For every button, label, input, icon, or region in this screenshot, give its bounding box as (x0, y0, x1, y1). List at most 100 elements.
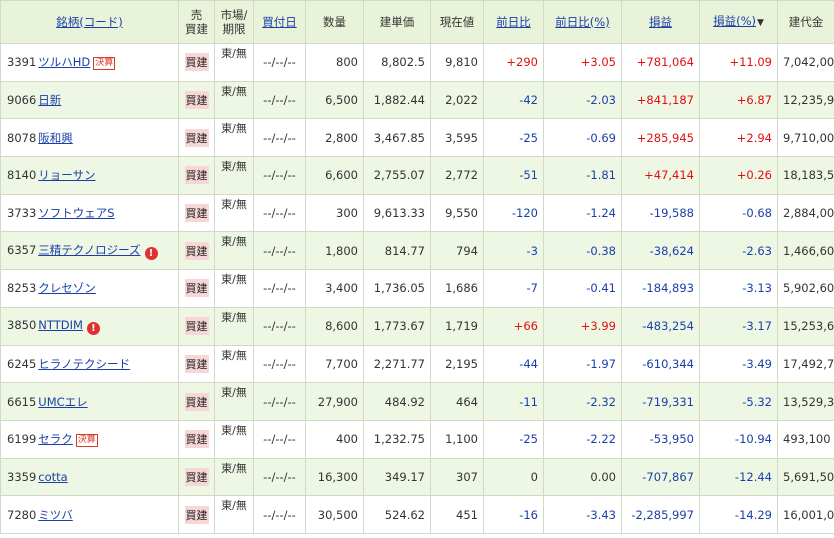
cell-pl: +47,414 (621, 156, 700, 195)
stock-name-link[interactable]: ミツバ (38, 508, 73, 522)
cell-change-pct: -2.03 (543, 80, 622, 120)
cell-trade: 買建 (178, 269, 215, 308)
cell-pl: -184,893 (621, 269, 700, 308)
trade-type: 買建 (184, 392, 209, 411)
stock-code: 6199 (7, 432, 37, 447)
header-trade: 売買建 (178, 0, 215, 44)
cell-cost: 2,755.07 (363, 156, 431, 195)
cell-pl: +781,064 (621, 43, 700, 82)
header-market-line2: 期限 (222, 22, 246, 36)
cell-total: 9,710,000 (777, 118, 834, 158)
header-cost: 建単価 (363, 0, 431, 44)
table-row: 9066 日新 買建 東/無 --/--/-- 6,500 1,882.44 2,022 -42… (0, 80, 834, 120)
cell-change-pct: -0.69 (543, 118, 622, 158)
stock-name-link[interactable]: NTTDIM (38, 318, 83, 332)
stock-code: 6615 (7, 394, 37, 409)
cell-cost: 1,232.75 (363, 419, 431, 459)
stock-code: 8078 (7, 130, 37, 145)
stock-name-link[interactable]: セラク (38, 432, 73, 446)
cell-market: 東/無 (214, 231, 254, 271)
cell-pl-pct: -2.63 (699, 231, 778, 271)
header-pl-pct[interactable]: 損益(%)▼ (699, 0, 778, 44)
cell-change: -25 (483, 118, 544, 158)
cell-trade: 買建 (178, 419, 215, 459)
header-name[interactable]: 銘柄(コード) (0, 0, 179, 44)
stock-name-link[interactable]: クレセゾン (38, 281, 96, 295)
cell-change-pct: +3.99 (543, 306, 622, 346)
stock-name-link[interactable]: 阪和興 (38, 131, 73, 145)
cell-pl-pct: -14.29 (699, 495, 778, 534)
sort-pl-link[interactable]: 損益 (649, 15, 672, 29)
stock-name-link[interactable]: ヒラノテクシード (38, 357, 130, 371)
trade-type: 買建 (184, 354, 209, 373)
cell-pl: -719,331 (621, 382, 700, 421)
cell-date: --/--/-- (253, 457, 306, 497)
sort-pl-pct-link[interactable]: 損益(%) (713, 14, 756, 28)
stock-name-link[interactable]: リョーサン (38, 168, 95, 182)
table-row: 3850 NTTDIM! 買建 東/無 --/--/-- 8,600 1,773.67 1,7… (0, 306, 834, 346)
cell-pl: -610,344 (621, 344, 700, 384)
sort-change-link[interactable]: 前日比 (496, 15, 531, 29)
cell-change-pct: -1.97 (543, 344, 622, 384)
cell-pl-pct: +11.09 (699, 43, 778, 82)
cell-stock: 8078 阪和興 (0, 118, 179, 158)
cell-trade: 買建 (178, 118, 215, 158)
table-row: 8253 クレセゾン 買建 東/無 --/--/-- 3,400 1,736.05 1,686… (0, 269, 834, 308)
cell-price: 1,100 (430, 419, 484, 459)
cell-price: 9,810 (430, 43, 484, 82)
header-pl[interactable]: 損益 (621, 0, 700, 44)
cell-pl: -38,624 (621, 231, 700, 271)
cell-date: --/--/-- (253, 193, 306, 233)
stock-name-link[interactable]: ツルハHD (38, 55, 90, 69)
cell-date: --/--/-- (253, 419, 306, 459)
cell-pl-pct: -0.68 (699, 193, 778, 233)
cell-pl-pct: +0.26 (699, 156, 778, 195)
stock-name-link[interactable]: ソフトウェアS (38, 206, 114, 220)
header-market: 市場/期限 (214, 0, 254, 44)
cell-change: -44 (483, 344, 544, 384)
stock-name-link[interactable]: cotta (38, 470, 67, 484)
cell-total: 5,902,600 (777, 269, 834, 308)
earnings-badge: 決算 (93, 57, 116, 71)
alert-icon[interactable]: ! (86, 321, 100, 335)
table-row: 6357 三精テクノロジーズ! 買建 東/無 --/--/-- 1,800 814.77 79… (0, 231, 834, 271)
table-row: 3733 ソフトウェアS 買建 東/無 --/--/-- 300 9,613.33 9,550… (0, 193, 834, 233)
header-qty: 数量 (305, 0, 364, 44)
header-total: 建代金 (777, 0, 834, 44)
cell-market: 東/無 (214, 193, 254, 233)
cell-date: --/--/-- (253, 80, 306, 120)
sort-change-pct-link[interactable]: 前日比(%) (555, 15, 609, 29)
cell-pl: +841,187 (621, 80, 700, 120)
trade-type: 買建 (184, 241, 209, 260)
cell-trade: 買建 (178, 457, 215, 497)
header-date[interactable]: 買付日 (253, 0, 306, 44)
stock-name-link[interactable]: 三精テクノロジーズ (38, 243, 140, 257)
header-change-pct[interactable]: 前日比(%) (543, 0, 622, 44)
header-change[interactable]: 前日比 (483, 0, 544, 44)
cell-change: -51 (483, 156, 544, 195)
alert-icon[interactable]: ! (144, 246, 158, 260)
cell-cost: 2,271.77 (363, 344, 431, 384)
stock-code: 6357 (7, 242, 37, 257)
cell-qty: 16,300 (305, 457, 364, 497)
cell-pl: -19,588 (621, 193, 700, 233)
cell-total: 1,466,600 (777, 231, 834, 271)
cell-pl: -707,867 (621, 457, 700, 497)
cell-change: -42 (483, 80, 544, 120)
table-row: 8140 リョーサン 買建 東/無 --/--/-- 6,600 2,755.07 2,772… (0, 156, 834, 195)
stock-name-link[interactable]: UMCエレ (38, 395, 87, 409)
stock-name-link[interactable]: 日新 (38, 93, 61, 107)
stock-code: 8253 (7, 281, 37, 296)
cell-qty: 6,500 (305, 80, 364, 120)
cell-stock: 3850 NTTDIM! (0, 306, 179, 346)
table-row: 7280 ミツバ 買建 東/無 --/--/-- 30,500 524.62 451 -16 -3… (0, 495, 834, 534)
cell-stock: 8253 クレセゾン (0, 269, 179, 308)
cell-trade: 買建 (178, 306, 215, 346)
cell-market: 東/無 (214, 156, 254, 195)
cell-pl-pct: +6.87 (699, 80, 778, 120)
stock-code: 3391 (7, 55, 37, 70)
cell-market: 東/無 (214, 80, 254, 120)
cell-stock: 8140 リョーサン (0, 156, 179, 195)
sort-date-link[interactable]: 買付日 (262, 15, 297, 29)
sort-name-link[interactable]: 銘柄(コード) (56, 15, 122, 29)
